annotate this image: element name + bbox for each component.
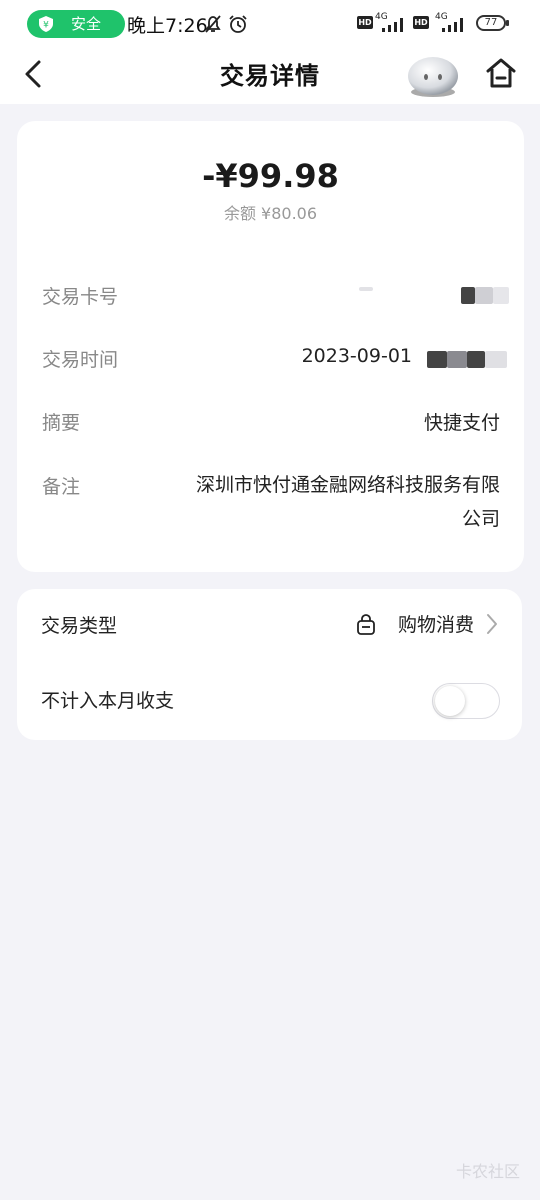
bell-muted-icon: [205, 15, 221, 33]
account-balance: 余额 ¥80.06: [223, 204, 318, 223]
safe-badge[interactable]: ¥ 安全: [27, 10, 125, 38]
signal-icon: [382, 18, 403, 32]
transaction-date: 2023-09-01: [301, 345, 412, 367]
home-icon[interactable]: [485, 56, 517, 90]
signal-icon: [442, 18, 463, 32]
exclude-monthly-toggle[interactable]: [432, 683, 500, 719]
hd-badge-2: HD: [413, 16, 429, 29]
transaction-time-label: 交易时间: [42, 349, 119, 371]
navbar: 交易详情: [0, 48, 540, 104]
classification-card: 交易类型 购物消费 不计入本月收支: [17, 589, 522, 740]
alarm-clock-icon: [229, 15, 247, 33]
transaction-type-label: 交易类型: [41, 615, 118, 637]
safe-label: 安全: [71, 15, 102, 33]
svg-text:¥: ¥: [43, 21, 49, 31]
exclude-monthly-label: 不计入本月收支: [41, 690, 175, 712]
transaction-amount: -¥99.98: [202, 157, 339, 195]
toggle-knob: [435, 686, 465, 716]
battery-indicator: 77: [476, 15, 509, 31]
summary-label: 摘要: [42, 412, 81, 434]
shopping-bag-icon: [357, 614, 375, 635]
transaction-card: -¥99.98 余额 ¥80.06 交易卡号 交易时间 2023-09-01 摘…: [17, 121, 524, 572]
summary-value: 快捷支付: [423, 412, 500, 434]
transaction-type-value: 购物消费: [397, 614, 474, 636]
status-bar: ¥ 安全 晚上7:26 HD 4G HD 4G 77: [0, 0, 540, 48]
card-number-label: 交易卡号: [42, 286, 119, 308]
shield-icon: ¥: [39, 16, 53, 32]
assistant-avatar[interactable]: [406, 52, 460, 98]
watermark: 卡农社区: [455, 1162, 520, 1181]
status-time: 晚上7:26: [127, 15, 208, 37]
chevron-right-icon: [487, 614, 497, 634]
remark-label: 备注: [42, 476, 81, 498]
hd-badge-1: HD: [357, 16, 373, 29]
remark-value: 深圳市快付通金融网络科技服务有限公司: [195, 474, 500, 530]
